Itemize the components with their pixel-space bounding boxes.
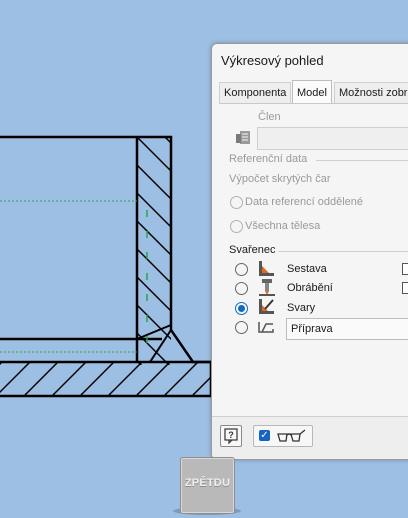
- panel-footer: ? ✓: [212, 416, 408, 459]
- panel-tabs: Komponenta Model Možnosti zobra: [219, 80, 408, 104]
- tab-display-options[interactable]: Možnosti zobra: [334, 82, 408, 103]
- assembly-checkbox[interactable]: [402, 263, 408, 275]
- panel-title: Výkresový pohled: [221, 53, 324, 68]
- section-divider: [316, 160, 408, 161]
- preparation-label: Příprava: [291, 323, 333, 335]
- weldment-header: Svařenec: [229, 244, 276, 256]
- drawing-view-panel: Výkresový pohled Komponenta Model Možnos…: [211, 43, 408, 460]
- member-icon: [235, 130, 253, 151]
- part-outline: [0, 135, 213, 398]
- upright-plate-hatch: [137, 137, 171, 365]
- member-field[interactable]: [257, 127, 408, 150]
- help-icon: ?: [224, 428, 238, 449]
- tab-komponenta[interactable]: Komponenta: [219, 82, 292, 103]
- preview-checkbox[interactable]: ✓: [259, 430, 270, 441]
- back-button[interactable]: ZPĚTDU: [180, 457, 235, 514]
- svg-text:?: ?: [228, 430, 234, 440]
- machining-checkbox[interactable]: [402, 282, 408, 294]
- radio-welds[interactable]: [235, 302, 248, 315]
- reference-data-header: Referenční data: [229, 153, 308, 165]
- tab-model[interactable]: Model: [292, 80, 332, 103]
- radio-preparation[interactable]: [235, 321, 248, 334]
- glasses-icon: [276, 429, 306, 448]
- preview-toggle-group: ✓: [253, 425, 313, 447]
- all-bodies-label: Všechna tělesa: [245, 220, 321, 232]
- radio-machining[interactable]: [235, 282, 248, 295]
- welds-icon: [257, 298, 275, 321]
- help-button[interactable]: ?: [220, 425, 242, 447]
- radio-separate-reference-data[interactable]: [230, 196, 243, 209]
- back-button-label: ZPĚTDU: [184, 477, 231, 489]
- assembly-label: Sestava: [287, 263, 327, 275]
- radio-assembly[interactable]: [235, 263, 248, 276]
- base-plate-hatch: [0, 362, 211, 396]
- separate-reference-data-label: Data referencí oddělené: [245, 196, 364, 208]
- machining-label: Obrábění: [287, 282, 333, 294]
- weld-section-view: [0, 135, 213, 398]
- member-label: Člen: [258, 111, 281, 123]
- preparation-icon: [257, 320, 275, 339]
- preparation-field[interactable]: Příprava: [286, 318, 408, 340]
- hidden-line-calc-label: Výpočet skrytých čar: [229, 173, 331, 185]
- welds-label: Svary: [287, 302, 316, 314]
- section-divider: [278, 251, 408, 252]
- radio-all-bodies[interactable]: [230, 220, 243, 233]
